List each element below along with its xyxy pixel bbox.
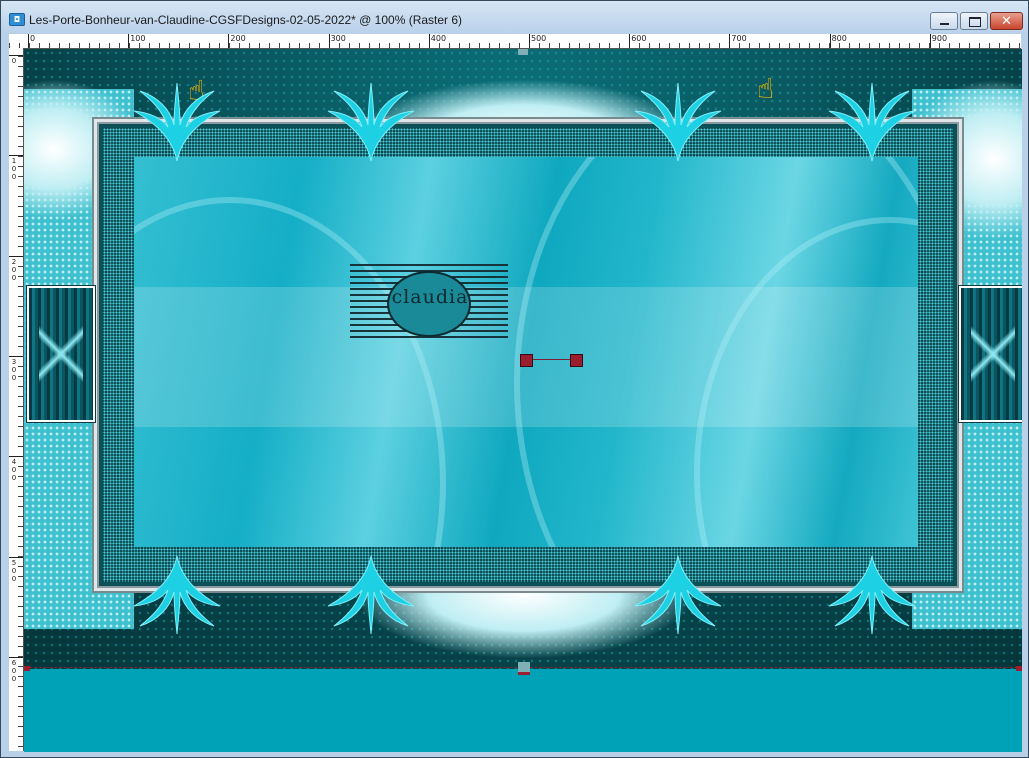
ruler-major-tick [9, 656, 23, 658]
pivot-handle[interactable] [570, 354, 583, 367]
maximize-icon [969, 17, 981, 27]
ruler-major-tick [729, 34, 731, 48]
ornament-bottom-2 [327, 555, 415, 635]
ruler-label: 500 [11, 558, 17, 583]
top-center-handle[interactable] [518, 49, 528, 55]
watermark-text: claudia [391, 286, 469, 308]
ruler-major-tick [9, 155, 23, 157]
ornament-bottom-4 [828, 555, 916, 635]
ruler-label: 600 [11, 658, 17, 683]
canvas-area[interactable]: claudia ☝ ☝ [24, 49, 1022, 752]
bottom-center-handle[interactable] [518, 662, 530, 675]
ruler-major-tick [328, 34, 330, 48]
ruler-major-tick [9, 255, 23, 257]
transform-handle-line [526, 359, 576, 360]
ruler-label: 400 [430, 34, 447, 43]
ornament-top-4 [828, 82, 916, 162]
window-title: Les-Porte-Bonheur-van-Claudine-CGSFDesig… [29, 13, 463, 27]
ruler-label: 0 [11, 57, 17, 65]
ruler-label: 200 [230, 34, 246, 43]
document-window: ◘ Les-Porte-Bonheur-van-Claudine-CGSFDes… [0, 0, 1029, 758]
ornament-top-2 [327, 82, 415, 162]
ruler-major-tick [929, 34, 931, 48]
ornament-bottom-3 [634, 555, 722, 635]
bottom-right-handle[interactable] [1016, 666, 1022, 671]
ruler-major-tick [529, 34, 530, 48]
ruler-label: 100 [11, 157, 17, 182]
ruler-label: 700 [731, 34, 747, 43]
ruler-major-tick [428, 34, 430, 48]
minimize-button[interactable] [930, 12, 958, 30]
ruler-major-tick [629, 34, 631, 48]
ruler-label: 400 [11, 458, 17, 483]
vertical-ruler[interactable]: 0 100 200 300 400 500 600 [9, 48, 24, 751]
pointing-hand-icon: ☝ [757, 72, 775, 105]
image-canvas[interactable]: claudia ☝ ☝ [24, 49, 1022, 669]
ruler-major-tick [9, 55, 23, 56]
ornament-bottom-1 [133, 555, 221, 635]
ruler-major-tick [829, 34, 831, 48]
ruler-label: 800 [831, 34, 847, 43]
horizontal-ruler[interactable]: 0 100 200 300 400 500 600 700 800 900 [9, 34, 1021, 49]
ruler-major-tick [28, 34, 29, 48]
ruler-major-tick [228, 34, 230, 48]
ruler-major-tick [9, 355, 23, 357]
document-icon: ◘ [9, 13, 25, 26]
ruler-label: 500 [531, 34, 547, 43]
left-thumbnail-decor [27, 286, 95, 422]
ruler-label: 600 [631, 34, 647, 43]
rotation-handle[interactable] [520, 354, 533, 367]
decor-arc [134, 197, 446, 547]
maximize-button[interactable] [960, 12, 988, 30]
ruler-label: 200 [11, 257, 17, 282]
minimize-icon [940, 23, 949, 25]
ornament-top-3 [634, 82, 722, 162]
title-bar[interactable]: ◘ Les-Porte-Bonheur-van-Claudine-CGSFDes… [1, 1, 1028, 33]
ruler-major-tick [128, 34, 130, 48]
close-button[interactable]: ✕ [990, 12, 1023, 30]
close-icon: ✕ [1001, 14, 1012, 29]
ruler-label: 100 [130, 34, 146, 43]
ornament-top-1 [133, 82, 221, 162]
claudia-watermark: claudia [350, 264, 508, 340]
ruler-label: 300 [330, 34, 346, 43]
inner-picture [134, 157, 918, 547]
ruler-major-tick [9, 456, 23, 458]
right-thumbnail-decor [959, 286, 1022, 422]
ruler-label: 0 [30, 34, 36, 43]
ruler-label: 900 [931, 34, 948, 43]
ruler-label: 300 [11, 357, 17, 382]
ruler-major-tick [9, 556, 23, 558]
bottom-left-handle[interactable] [24, 666, 30, 671]
